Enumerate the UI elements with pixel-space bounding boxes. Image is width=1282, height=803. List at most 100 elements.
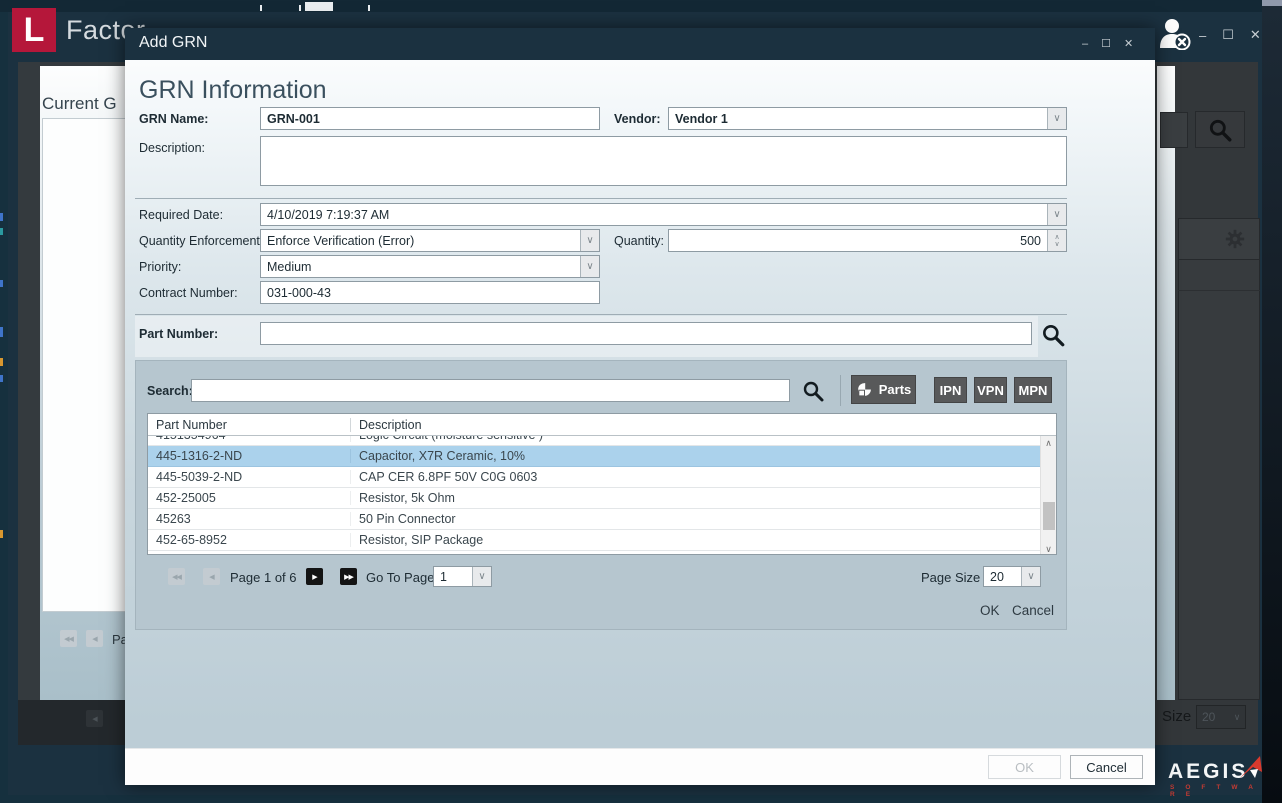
- user-avatar[interactable]: [1157, 16, 1191, 50]
- desktop-icon-sliver: [0, 530, 3, 538]
- dialog-titlebar[interactable]: [125, 28, 1155, 60]
- bg-search-icon: [1207, 117, 1233, 143]
- description-textarea[interactable]: [260, 136, 1067, 186]
- desktop-icon-sliver: [0, 358, 3, 366]
- grn-name-input[interactable]: [260, 107, 600, 130]
- cell-description: Capacitor, X7R Ceramic, 10%: [351, 449, 1041, 463]
- bg-search-field-edge: [1160, 112, 1188, 148]
- contract-number-input[interactable]: [260, 281, 600, 304]
- app-logo-letter: L: [24, 11, 45, 50]
- scroll-thumb[interactable]: [1043, 502, 1055, 530]
- quantity-enforcement-select[interactable]: Enforce Verification (Error) ∨: [260, 229, 600, 252]
- bg-prev-page-button: ◀: [86, 630, 103, 647]
- quantity-stepper[interactable]: 500 ∧∨: [668, 229, 1067, 252]
- bg-search-button: [1195, 111, 1245, 148]
- search-button[interactable]: [801, 379, 825, 403]
- priority-dropdown-icon[interactable]: ∨: [580, 256, 599, 277]
- filter-mpn-button[interactable]: MPN: [1014, 377, 1052, 403]
- ok-button[interactable]: OK: [988, 755, 1061, 779]
- table-row[interactable]: 4151354964 Logic Circuit (moisture sensi…: [148, 436, 1041, 446]
- cell-part-number: 445-5039-2-ND: [148, 470, 351, 484]
- required-date-label: Required Date:: [139, 208, 223, 222]
- toolbar-separator: [840, 375, 841, 406]
- parts-button[interactable]: Parts: [851, 375, 916, 404]
- table-row[interactable]: 452-25005 Resistor, 5k Ohm: [148, 488, 1041, 509]
- goto-page-value: 1: [434, 570, 472, 584]
- cell-description: Resistor, SIP Package: [351, 533, 1041, 547]
- bg-panel-title: Current G: [42, 94, 117, 114]
- dialog-maximize-button[interactable]: ☐: [1101, 37, 1111, 50]
- goto-page-dropdown-icon[interactable]: ∨: [472, 567, 491, 586]
- bg-bottom-bar: [18, 700, 125, 745]
- top-tick-3: [368, 5, 370, 11]
- dialog-title: Add GRN: [139, 34, 207, 52]
- scroll-down-icon[interactable]: ∨: [1041, 542, 1056, 555]
- cell-description: Resistor, 5k Ohm: [351, 491, 1041, 505]
- desktop-icon-sliver: [0, 280, 3, 287]
- page-size-label: Page Size: [921, 570, 980, 585]
- goto-page-select[interactable]: 1 ∨: [433, 566, 492, 587]
- cell-part-number: 452-25005: [148, 491, 351, 505]
- desktop-right-edge: [1262, 6, 1282, 803]
- table-row[interactable]: 452-65-8952 Resistor, SIP Package: [148, 530, 1041, 551]
- search-input[interactable]: [191, 379, 790, 402]
- bg-grid-header: [1178, 218, 1260, 260]
- scroll-up-icon[interactable]: ∧: [1041, 436, 1056, 450]
- description-label: Description:: [139, 141, 205, 155]
- bg-gear-icon: [1224, 228, 1246, 250]
- cancel-button[interactable]: Cancel: [1070, 755, 1143, 779]
- priority-select[interactable]: Medium ∨: [260, 255, 600, 278]
- grid-ok-link[interactable]: OK: [980, 603, 1000, 618]
- priority-value: Medium: [261, 260, 580, 274]
- bg-page-size-value: 20: [1197, 710, 1229, 724]
- main-window-controls: – ☐ ✕: [1199, 27, 1261, 43]
- dialog-close-button[interactable]: ✕: [1124, 37, 1133, 50]
- top-tab-highlight: [305, 2, 333, 11]
- user-icon: [1157, 16, 1191, 50]
- main-close-button[interactable]: ✕: [1250, 27, 1261, 43]
- vendor-select[interactable]: Vendor 1 ∨: [668, 107, 1067, 130]
- quantity-enforcement-dropdown-icon[interactable]: ∨: [580, 230, 599, 251]
- required-date-select[interactable]: 4/10/2019 7:19:37 AM ∨: [260, 203, 1067, 226]
- bg-grid-row-line: [1178, 290, 1260, 291]
- required-date-value: 4/10/2019 7:19:37 AM: [261, 208, 1047, 222]
- required-date-dropdown-icon[interactable]: ∨: [1047, 204, 1066, 225]
- app-logo: L: [12, 8, 56, 52]
- aegis-arrow-icon: [1236, 752, 1266, 782]
- table-row[interactable]: 445-5039-2-ND CAP CER 6.8PF 50V C0G 0603: [148, 467, 1041, 488]
- part-number-input[interactable]: [260, 322, 1032, 345]
- grid-scrollbar[interactable]: ∧ ∨: [1040, 436, 1056, 555]
- table-row-selected[interactable]: 445-1316-2-ND Capacitor, X7R Ceramic, 10…: [148, 446, 1041, 467]
- part-number-label: Part Number:: [139, 327, 218, 341]
- quantity-enforcement-label: Quantity Enforcement:: [139, 234, 263, 248]
- cell-part-number: 45263: [148, 512, 351, 526]
- filter-ipn-button[interactable]: IPN: [934, 377, 967, 403]
- last-page-button[interactable]: ▶▶: [340, 568, 357, 585]
- desktop-top-strip: [0, 0, 1282, 12]
- bg-page-size-combo: 20 ∨: [1196, 705, 1246, 729]
- column-header-part-number[interactable]: Part Number: [148, 418, 351, 432]
- vendor-dropdown-icon[interactable]: ∨: [1047, 108, 1066, 129]
- parts-icon: [856, 381, 873, 398]
- goto-page-label: Go To Page: [366, 570, 434, 585]
- page-size-dropdown-icon[interactable]: ∨: [1021, 567, 1040, 586]
- part-number-search-button[interactable]: [1040, 322, 1066, 348]
- quantity-spinner-icons[interactable]: ∧∨: [1047, 230, 1066, 251]
- quantity-value: 500: [669, 234, 1047, 248]
- dialog-minimize-button[interactable]: –: [1082, 38, 1088, 50]
- column-header-description[interactable]: Description: [351, 418, 1056, 432]
- grid-cancel-link[interactable]: Cancel: [1012, 603, 1054, 618]
- filter-vpn-button[interactable]: VPN: [974, 377, 1007, 403]
- prev-page-button[interactable]: ◀: [203, 568, 220, 585]
- next-page-button[interactable]: ▶: [306, 568, 323, 585]
- main-maximize-button[interactable]: ☐: [1222, 27, 1234, 43]
- desktop-icon-sliver: [0, 228, 3, 235]
- divider: [135, 198, 1067, 199]
- desktop-icon-sliver: [0, 327, 3, 337]
- divider: [135, 314, 1067, 315]
- table-row[interactable]: 45263 50 Pin Connector: [148, 509, 1041, 530]
- main-minimize-button[interactable]: –: [1199, 28, 1206, 43]
- search-label: Search:: [147, 384, 193, 398]
- page-size-select[interactable]: 20 ∨: [983, 566, 1041, 587]
- first-page-button[interactable]: ◀◀: [168, 568, 185, 585]
